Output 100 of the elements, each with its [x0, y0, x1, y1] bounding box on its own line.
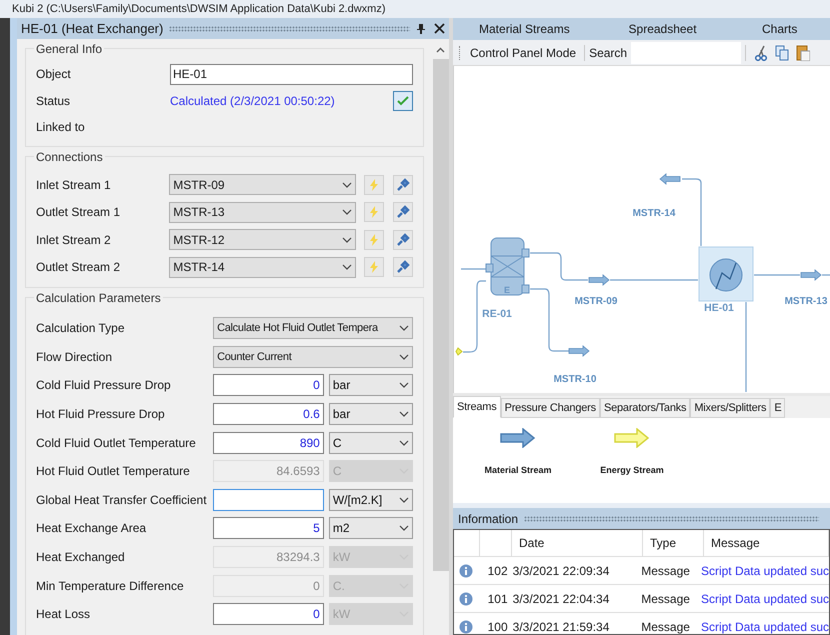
lightning-icon [369, 206, 380, 218]
palette-tab[interactable]: E [770, 398, 786, 418]
pin-icon[interactable] [416, 22, 426, 34]
palette-item-label[interactable]: Material Stream [484, 464, 552, 478]
plug-icon [396, 205, 410, 220]
option-select[interactable]: Counter Current [213, 346, 413, 368]
value-field[interactable]: 0 [213, 374, 324, 396]
plug-icon [396, 178, 410, 192]
stream-arrow-icon[interactable] [800, 269, 822, 281]
scrollbar-thumb[interactable] [432, 59, 448, 571]
unit-select[interactable]: m2 [328, 517, 413, 540]
field-label: Linked to [36, 119, 85, 136]
unit-label: HE-01 [704, 302, 734, 314]
document-tab[interactable]: Material Streams [453, 18, 596, 40]
palette-tab[interactable]: Mixers/Splitters [690, 398, 770, 418]
table-cell-text: Message [640, 562, 691, 580]
table-cell-text: 100 [486, 618, 509, 634]
heat-exchanger-drawing[interactable] [698, 246, 754, 302]
column-header[interactable]: Message [704, 530, 829, 556]
unit-select[interactable]: bar [328, 374, 413, 396]
value-field[interactable]: 890 [213, 432, 324, 454]
connector-button[interactable] [393, 174, 413, 195]
value-field[interactable]: 0 [213, 603, 324, 626]
scissors-icon[interactable] [754, 44, 768, 60]
value-field[interactable]: 0.6 [213, 403, 324, 426]
field-label: Outlet Stream 1 [36, 204, 122, 222]
chevron-down-icon [399, 382, 409, 388]
search-field[interactable] [631, 42, 742, 64]
document-tab[interactable]: Charts [729, 18, 830, 40]
palette-tab[interactable]: Separators/Tanks [600, 398, 690, 418]
table-cell-text: Message [640, 590, 691, 608]
panel-title: HE-01 (Heat Exchanger) [21, 20, 164, 38]
scroll-up-icon[interactable] [436, 47, 445, 53]
lightning-icon [369, 178, 380, 191]
stream-line[interactable] [754, 274, 800, 276]
chevron-down-icon [399, 325, 409, 332]
table-cell-text: 3/3/2021 22:04:34 [512, 590, 610, 608]
table-cell-text: Script Data updated suc [700, 618, 829, 634]
field-label: Heat Exchange Area [36, 520, 148, 538]
field-label: Heat Exchanged [36, 549, 126, 566]
unit-select[interactable]: bar [328, 403, 413, 426]
table-cell-text: Message [640, 618, 691, 634]
info-icon [459, 592, 474, 606]
unit-select[interactable]: W/[m2.K] [328, 488, 413, 511]
mode-button[interactable]: Control Panel Mode [470, 44, 576, 62]
stream-select[interactable]: MSTR-12 [169, 229, 356, 250]
palette-item-label[interactable]: Energy Stream [600, 464, 664, 478]
value-field[interactable]: 5 [213, 517, 324, 540]
stream-select[interactable]: MSTR-14 [169, 256, 356, 278]
field-label: Calculation Type [36, 320, 126, 338]
field-label: Object [36, 66, 72, 83]
info-icon [459, 564, 474, 578]
palette-tab[interactable]: Pressure Changers [500, 398, 600, 418]
stream-select[interactable]: MSTR-13 [169, 202, 356, 223]
field-label: Global Heat Transfer Coefficient [36, 492, 208, 509]
stream-label: MSTR-13 [784, 296, 828, 307]
chevron-down-icon [342, 264, 352, 270]
stream-line[interactable] [530, 288, 569, 352]
stream-line[interactable] [610, 279, 698, 281]
unit-select[interactable]: C [328, 432, 413, 454]
column-header[interactable]: Date [512, 530, 643, 556]
connector-button[interactable] [393, 257, 413, 278]
field-label: Inlet Stream 1 [36, 176, 112, 194]
stream-arrow-icon[interactable] [568, 345, 590, 357]
plug-icon [396, 260, 410, 274]
status-check-button[interactable] [393, 90, 413, 110]
stream-arrow-icon[interactable] [659, 173, 680, 185]
stream-arrow-icon[interactable] [588, 274, 610, 286]
status-text: Calculated (2/3/2021 00:50:22) [170, 92, 336, 110]
copy-icon[interactable] [775, 44, 790, 60]
document-tab[interactable]: Spreadsheet [596, 18, 730, 40]
chevron-down-icon [342, 236, 352, 243]
window-title: Kubi 2 (C:\Users\Family\Documents\DWSIM Application Data\Kubi 2.dwxmz) [12, 2, 386, 17]
energy-connector-icon[interactable] [455, 347, 463, 356]
option-select[interactable]: Calculate Hot Fluid Outlet Tempera [213, 317, 413, 340]
info-title: Information [458, 510, 518, 528]
search-label: Search [589, 44, 628, 62]
stream-line[interactable] [682, 178, 702, 246]
field-label: Min Temperature Difference [36, 578, 185, 595]
object-field[interactable]: HE-01 [170, 64, 413, 84]
stream-select[interactable]: MSTR-09 [169, 174, 356, 196]
column-header[interactable]: Type [643, 530, 704, 556]
close-icon[interactable] [434, 23, 445, 34]
chevron-down-icon [342, 182, 352, 188]
palette-tab[interactable]: Streams [453, 396, 501, 418]
chevron-down-icon [399, 440, 409, 446]
connector-button[interactable] [393, 230, 413, 250]
stream-line[interactable] [745, 302, 747, 392]
field-label: Hot Fluid Outlet Temperature [36, 463, 191, 480]
value-field[interactable] [213, 488, 324, 511]
table-cell-text: 3/3/2021 22:09:34 [512, 562, 610, 580]
chevron-down-icon [399, 354, 409, 360]
connector-button[interactable] [393, 202, 413, 222]
stream-label: MSTR-14 [632, 208, 676, 219]
stream-line[interactable] [530, 252, 588, 281]
field-label: Outlet Stream 2 [36, 259, 122, 276]
arrow-icon[interactable] [500, 428, 536, 448]
lightning-icon [369, 261, 380, 274]
table-cell-text: 101 [486, 590, 509, 608]
paste-icon[interactable] [796, 44, 810, 61]
